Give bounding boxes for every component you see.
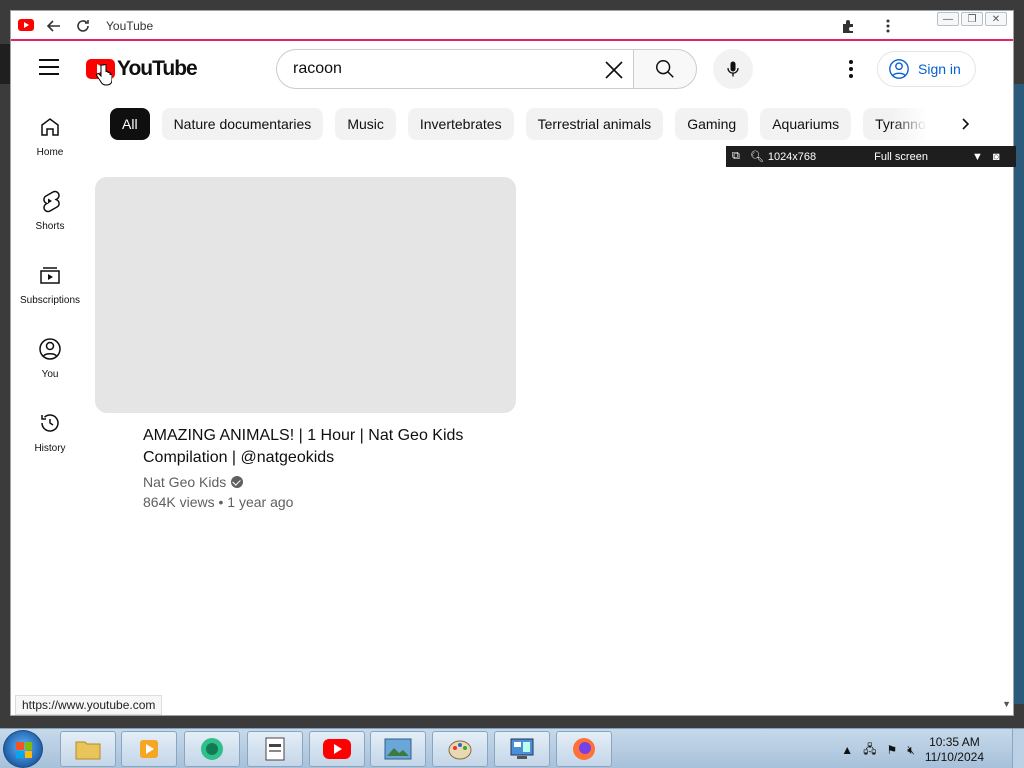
subscriptions-icon [40,267,60,284]
youtube-header: YouTube Sign in [11,45,1013,91]
chip-all[interactable]: All [110,108,150,140]
home-icon [41,118,59,136]
youtube-favicon-icon [18,19,34,31]
windows-logo-icon [16,742,32,758]
verified-badge-icon [231,476,244,488]
show-desktop-button[interactable] [1012,729,1024,768]
sign-in-button[interactable]: Sign in [877,51,976,87]
folder-icon [75,741,101,760]
filter-chips: All Nature documentaries Music Invertebr… [110,108,950,140]
desktop-background-right [1014,84,1024,704]
taskbar-control-panel[interactable] [494,731,550,767]
chip-music[interactable]: Music [335,108,396,140]
logo-text: YouTube [117,57,198,80]
taskbar-document-viewer[interactable] [247,731,303,767]
firefox-icon [573,738,595,760]
network-icon[interactable]: 🖧︎ [863,740,876,761]
reload-icon[interactable] [72,16,94,36]
start-button[interactable] [3,730,43,768]
clear-search-icon[interactable] [602,58,626,82]
sidebar-item-label: History [34,443,66,454]
sidebar-item-you[interactable]: You [11,329,89,403]
chip-aquariums[interactable]: Aquariums [760,108,852,140]
screen-overlay-toolbar: ⧉ 🔍︎ 1024x768 Full screen ▼ ◙ [726,146,1016,167]
clock[interactable]: 10:35 AM 11/10/2024 [925,735,984,765]
account-icon [889,59,909,79]
extensions-icon[interactable] [837,16,859,36]
browser-window: YouTube — ❐ ✕ YouTube racoon Sign in Hom… [10,10,1016,716]
history-icon [41,414,59,432]
taskbar-firefox[interactable] [556,731,612,767]
hamburger-menu-icon[interactable] [39,59,59,75]
sidebar-item-subscriptions[interactable]: Subscriptions [11,255,89,329]
camera-icon[interactable]: ◙ [993,151,1000,163]
restore-button[interactable]: ❐ [961,12,983,26]
settings-dots-icon[interactable] [839,57,863,81]
you-icon [39,338,61,360]
action-center-flag-icon[interactable]: ⚑ [887,743,898,757]
sidebar: Home Shorts Subscriptions You History [11,107,89,477]
tray-expand-icon[interactable]: ▲ [841,743,853,757]
channel-name[interactable]: Nat Geo Kids [143,474,226,490]
title-bar: YouTube — ❐ ✕ [11,11,1013,41]
taskbar-image-viewer[interactable] [370,731,426,767]
video-thumbnail[interactable] [95,177,516,413]
chip-invertebrates[interactable]: Invertebrates [407,108,514,140]
menu-dots-icon[interactable] [877,16,899,36]
window-title: YouTube [106,19,154,33]
minimize-button[interactable]: — [937,12,959,26]
channel-info: Nat Geo Kids [143,474,244,490]
microphone-icon [727,61,739,77]
search-button[interactable] [633,49,697,89]
window-controls: — ❐ ✕ [937,12,1007,26]
clock-date: 11/10/2024 [924,750,984,764]
taskbar-media-player[interactable] [121,731,177,767]
taskbar-file-explorer[interactable] [60,731,116,767]
media-player-icon [140,740,158,758]
status-url: https://www.youtube.com [15,695,163,715]
dropdown-arrow-icon[interactable]: ▼ [972,151,983,163]
search-input[interactable] [293,60,573,78]
taskbar-paint-app[interactable] [432,731,488,767]
back-icon[interactable] [43,16,65,36]
volume-muted-icon[interactable]: 🔇︎ [907,743,915,758]
paint-palette-icon [448,740,472,760]
search-icon [656,60,674,78]
document-icon [265,737,285,761]
sign-in-label: Sign in [918,61,961,77]
sidebar-item-history[interactable]: History [11,403,89,477]
clock-time: 10:35 AM [929,735,980,749]
video-meta: 864K views • 1 year ago [143,494,294,510]
resolution-label: 1024x768 [767,150,817,163]
close-button[interactable]: ✕ [985,12,1007,26]
sidebar-item-label: Home [36,147,64,158]
system-tray: ▲ 🖧︎ ⚑ 🔇︎ 10:35 AM 11/10/2024 [841,735,984,765]
sidebar-item-label: Subscriptions [19,295,81,306]
sidebar-item-label: Shorts [35,221,65,232]
window-mode-icon[interactable]: ⧉ [732,150,740,163]
fullscreen-dropdown[interactable]: Full screen [874,151,928,163]
sidebar-item-shorts[interactable]: Shorts [11,181,89,255]
taskbar-youtube-app[interactable] [309,731,365,767]
chevron-right-icon[interactable] [953,112,977,136]
youtube-icon [323,739,351,759]
control-panel-icon [510,738,534,759]
search-box [276,49,634,89]
sidebar-item-home[interactable]: Home [11,107,89,181]
chip-nature-documentaries[interactable]: Nature documentaries [161,108,324,140]
shorts-icon [43,190,60,213]
globe-app-icon [201,738,223,760]
scroll-down-arrow-icon[interactable]: ▼ [1002,699,1011,709]
chip-gaming[interactable]: Gaming [675,108,749,140]
sidebar-item-label: You [41,369,59,380]
voice-search-button[interactable] [713,49,753,89]
image-viewer-icon [384,738,412,760]
chip-terrestrial-animals[interactable]: Terrestrial animals [525,108,664,140]
hand-cursor-icon [96,64,112,86]
chip-fade [891,108,951,140]
video-title[interactable]: AMAZING ANIMALS! | 1 Hour | Nat Geo Kids… [143,425,493,469]
zoom-icon[interactable]: 🔍︎ [750,150,764,163]
taskbar-browser-app[interactable] [184,731,240,767]
taskbar: ▲ 🖧︎ ⚑ 🔇︎ 10:35 AM 11/10/2024 [0,728,1024,768]
